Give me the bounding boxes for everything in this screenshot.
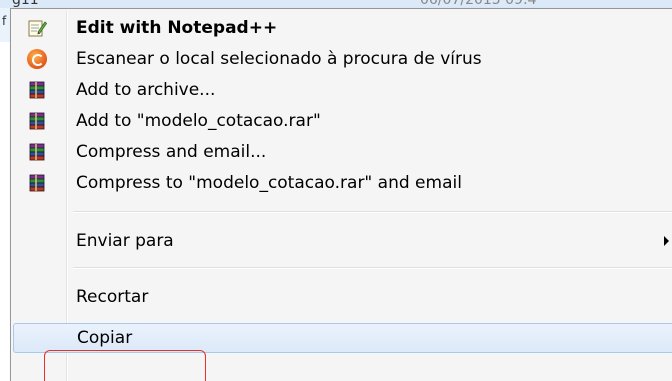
menu-item-label: Compress to "modelo_cotacao.rar" and ema… [76, 173, 462, 193]
submenu-arrow-icon [664, 236, 669, 246]
background-file-date: 06/07/2015 09:4 [420, 0, 537, 8]
highlight-annotation-box [44, 350, 206, 381]
notepad-plus-plus-icon [13, 13, 61, 43]
menu-item-cut[interactable]: Recortar [13, 282, 672, 312]
menu-item-add-to-rar[interactable]: Add to "modelo_cotacao.rar" [13, 106, 672, 136]
winrar-icon [29, 174, 45, 192]
menu-item-label: Compress and email... [76, 142, 267, 162]
menu-separator [73, 267, 672, 269]
winrar-icon [29, 143, 45, 161]
menu-item-label: Copiar [77, 328, 133, 348]
antivirus-icon [27, 49, 47, 69]
menu-item-copy[interactable]: Copiar [13, 323, 672, 353]
menu-item-compress-and-email[interactable]: Compress and email... [13, 137, 672, 167]
menu-item-edit-with-notepad[interactable]: Edit with Notepad++ [13, 13, 672, 43]
screen: g11 06/07/2015 09:4 f Edit with Notepad+… [0, 0, 672, 381]
winrar-icon [29, 81, 45, 99]
winrar-icon [29, 112, 45, 130]
menu-item-label: Edit with Notepad++ [76, 18, 278, 38]
menu-item-compress-to-rar-and-email[interactable]: Compress to "modelo_cotacao.rar" and ema… [13, 168, 672, 198]
menu-item-label: Enviar para [76, 231, 174, 251]
menu-item-add-to-archive[interactable]: Add to archive... [13, 75, 672, 105]
background-file-name: g11 [12, 0, 39, 8]
menu-item-label: Escanear o local selecionado à procura d… [76, 49, 482, 69]
menu-item-send-to[interactable]: Enviar para [13, 226, 672, 256]
menu-separator [73, 211, 672, 213]
menu-item-label: Add to "modelo_cotacao.rar" [76, 111, 321, 131]
menu-item-scan-virus[interactable]: Escanear o local selecionado à procura d… [13, 44, 672, 74]
menu-item-label: Recortar [76, 287, 149, 307]
context-menu: Edit with Notepad++ Escanear o local sel… [10, 8, 672, 381]
menu-item-label: Add to archive... [76, 80, 216, 100]
background-side-text: f [2, 14, 7, 28]
